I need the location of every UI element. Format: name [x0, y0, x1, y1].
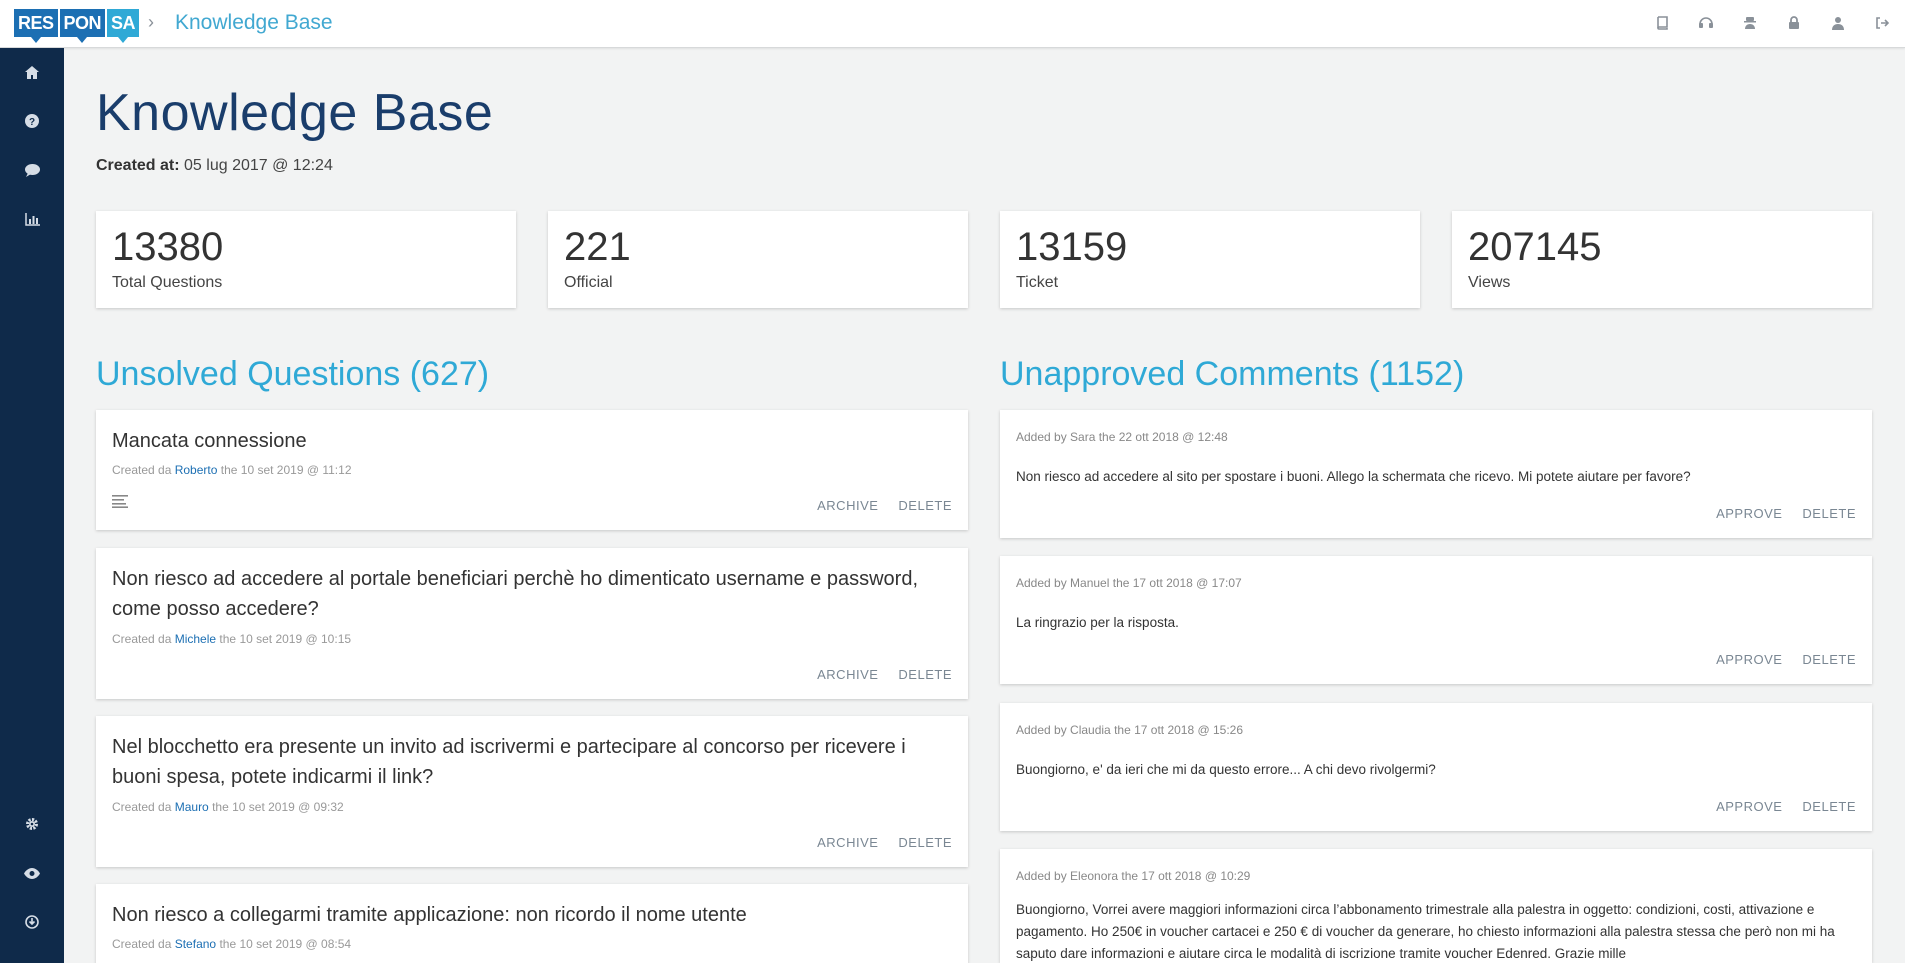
question-title[interactable]: Nel blocchetto era presente un invito ad…: [112, 732, 952, 792]
comments-icon[interactable]: [22, 160, 42, 180]
book-icon[interactable]: [1653, 14, 1671, 32]
stat-value: 221: [564, 225, 631, 269]
question-date: the 10 set 2019 @ 08:54: [219, 937, 352, 951]
stat-value: 207145: [1468, 225, 1602, 269]
comment-text: Non riesco ad accedere al sito per spost…: [1016, 469, 1691, 484]
author-link[interactable]: Mauro: [175, 800, 209, 814]
question-actions: ARCHIVE DELETE: [797, 835, 952, 850]
logo-part-3: SA: [107, 9, 140, 43]
stat-label: Official: [564, 274, 613, 291]
settings-icon[interactable]: [22, 814, 42, 834]
created-prefix: Created da: [112, 463, 172, 477]
author-link[interactable]: Roberto: [175, 463, 218, 477]
question-card: Mancata connessione Created da Roberto t…: [96, 410, 968, 530]
stat-total-questions: 13380 Total Questions: [96, 211, 516, 308]
comment-text: Buongiorno, e' da ieri che mi da questo …: [1016, 762, 1436, 777]
question-actions: ARCHIVE DELETE: [797, 498, 952, 513]
chart-icon[interactable]: [22, 209, 42, 229]
stat-label: Total Questions: [112, 274, 223, 291]
stat-ticket: 13159 Ticket: [1000, 211, 1420, 308]
unsolved-questions-title: Unsolved Questions (627): [96, 355, 490, 393]
delete-button[interactable]: DELETE: [1802, 652, 1856, 667]
svg-text:?: ?: [29, 117, 35, 128]
responsa-logo[interactable]: RES PON SA: [14, 9, 141, 43]
delete-button[interactable]: DELETE: [898, 498, 952, 513]
created-prefix: Created da: [112, 937, 172, 951]
created-label: Created at:: [96, 157, 180, 174]
question-meta: Created da Stefano the 10 set 2019 @ 08:…: [112, 937, 351, 951]
question-card: Nel blocchetto era presente un invito ad…: [96, 716, 968, 867]
question-actions: ARCHIVE DELETE: [797, 667, 952, 682]
created-at: Created at: 05 lug 2017 @ 12:24: [96, 157, 333, 175]
stat-official: 221 Official: [548, 211, 968, 308]
sidebar: ?: [0, 48, 64, 963]
comment-actions: APPROVE DELETE: [1696, 506, 1856, 521]
question-date: the 10 set 2019 @ 09:32: [212, 800, 344, 814]
breadcrumb-title[interactable]: Knowledge Base: [175, 11, 333, 35]
delete-button[interactable]: DELETE: [1802, 506, 1856, 521]
logo-part-2: PON: [59, 9, 106, 43]
stat-value: 13159: [1016, 225, 1128, 269]
logo-part-1: RES: [14, 9, 58, 43]
comment-text: La ringrazio per la risposta.: [1016, 615, 1179, 630]
created-prefix: Created da: [112, 632, 172, 646]
logout-icon[interactable]: [1873, 14, 1891, 32]
unapproved-comments-title: Unapproved Comments (1152): [1000, 355, 1465, 393]
comment-actions: APPROVE DELETE: [1696, 652, 1856, 667]
approve-button[interactable]: APPROVE: [1716, 799, 1782, 814]
text-lines-icon: [112, 494, 128, 508]
question-meta: Created da Roberto the 10 set 2019 @ 11:…: [112, 463, 352, 477]
help-icon[interactable]: ?: [22, 111, 42, 131]
author-link[interactable]: Michele: [175, 632, 216, 646]
home-icon[interactable]: [22, 62, 42, 82]
page-title: Knowledge Base: [96, 84, 494, 142]
question-date: the 10 set 2019 @ 11:12: [220, 463, 352, 477]
created-value: 05 lug 2017 @ 12:24: [184, 157, 333, 174]
comment-meta: Added by Claudia the 17 ott 2018 @ 15:26: [1016, 723, 1244, 737]
stat-label: Views: [1468, 274, 1511, 291]
lock-icon[interactable]: [1785, 14, 1803, 32]
question-date: the 10 set 2019 @ 10:15: [219, 632, 352, 646]
comment-meta: Added by Sara the 22 ott 2018 @ 12:48: [1016, 430, 1228, 444]
user-icon[interactable]: [1829, 14, 1847, 32]
approve-button[interactable]: APPROVE: [1716, 506, 1782, 521]
comment-text: Buongiorno, Vorrei avere maggiori inform…: [1016, 902, 1835, 961]
top-bar: RES PON SA › Knowledge Base: [0, 0, 1905, 48]
archive-button[interactable]: ARCHIVE: [817, 667, 878, 682]
question-title[interactable]: Non riesco a collegarmi tramite applicaz…: [112, 900, 747, 930]
delete-button[interactable]: DELETE: [898, 835, 952, 850]
archive-button[interactable]: ARCHIVE: [817, 498, 878, 513]
comment-card: Added by Eleonora the 17 ott 2018 @ 10:2…: [1000, 849, 1872, 963]
question-card: Non riesco ad accedere al portale benefi…: [96, 548, 968, 699]
created-prefix: Created da: [112, 800, 172, 814]
question-meta: Created da Mauro the 10 set 2019 @ 09:32: [112, 800, 344, 814]
question-title[interactable]: Mancata connessione: [112, 426, 307, 456]
stat-label: Ticket: [1016, 274, 1059, 291]
header-actions: [1627, 14, 1891, 32]
eye-icon[interactable]: [22, 863, 42, 883]
comment-actions: APPROVE DELETE: [1696, 799, 1856, 814]
comment-meta: Added by Manuel the 17 ott 2018 @ 17:07: [1016, 576, 1242, 590]
stat-views: 207145 Views: [1452, 211, 1872, 308]
support-icon[interactable]: [1697, 14, 1715, 32]
archive-button[interactable]: ARCHIVE: [817, 835, 878, 850]
question-card: Non riesco a collegarmi tramite applicaz…: [96, 884, 968, 963]
question-title[interactable]: Non riesco ad accedere al portale benefi…: [112, 564, 952, 624]
comment-card: Added by Manuel the 17 ott 2018 @ 17:07 …: [1000, 556, 1872, 684]
comment-card: Added by Claudia the 17 ott 2018 @ 15:26…: [1000, 703, 1872, 831]
breadcrumb-separator: ›: [148, 12, 154, 32]
delete-button[interactable]: DELETE: [1802, 799, 1856, 814]
comment-meta: Added by Eleonora the 17 ott 2018 @ 10:2…: [1016, 869, 1251, 883]
user-secret-icon[interactable]: [1741, 14, 1759, 32]
comment-card: Added by Sara the 22 ott 2018 @ 12:48 No…: [1000, 410, 1872, 538]
download-icon[interactable]: [22, 912, 42, 932]
stat-value: 13380: [112, 225, 224, 269]
approve-button[interactable]: APPROVE: [1716, 652, 1782, 667]
author-link[interactable]: Stefano: [175, 937, 216, 951]
question-meta: Created da Michele the 10 set 2019 @ 10:…: [112, 632, 351, 646]
delete-button[interactable]: DELETE: [898, 667, 952, 682]
